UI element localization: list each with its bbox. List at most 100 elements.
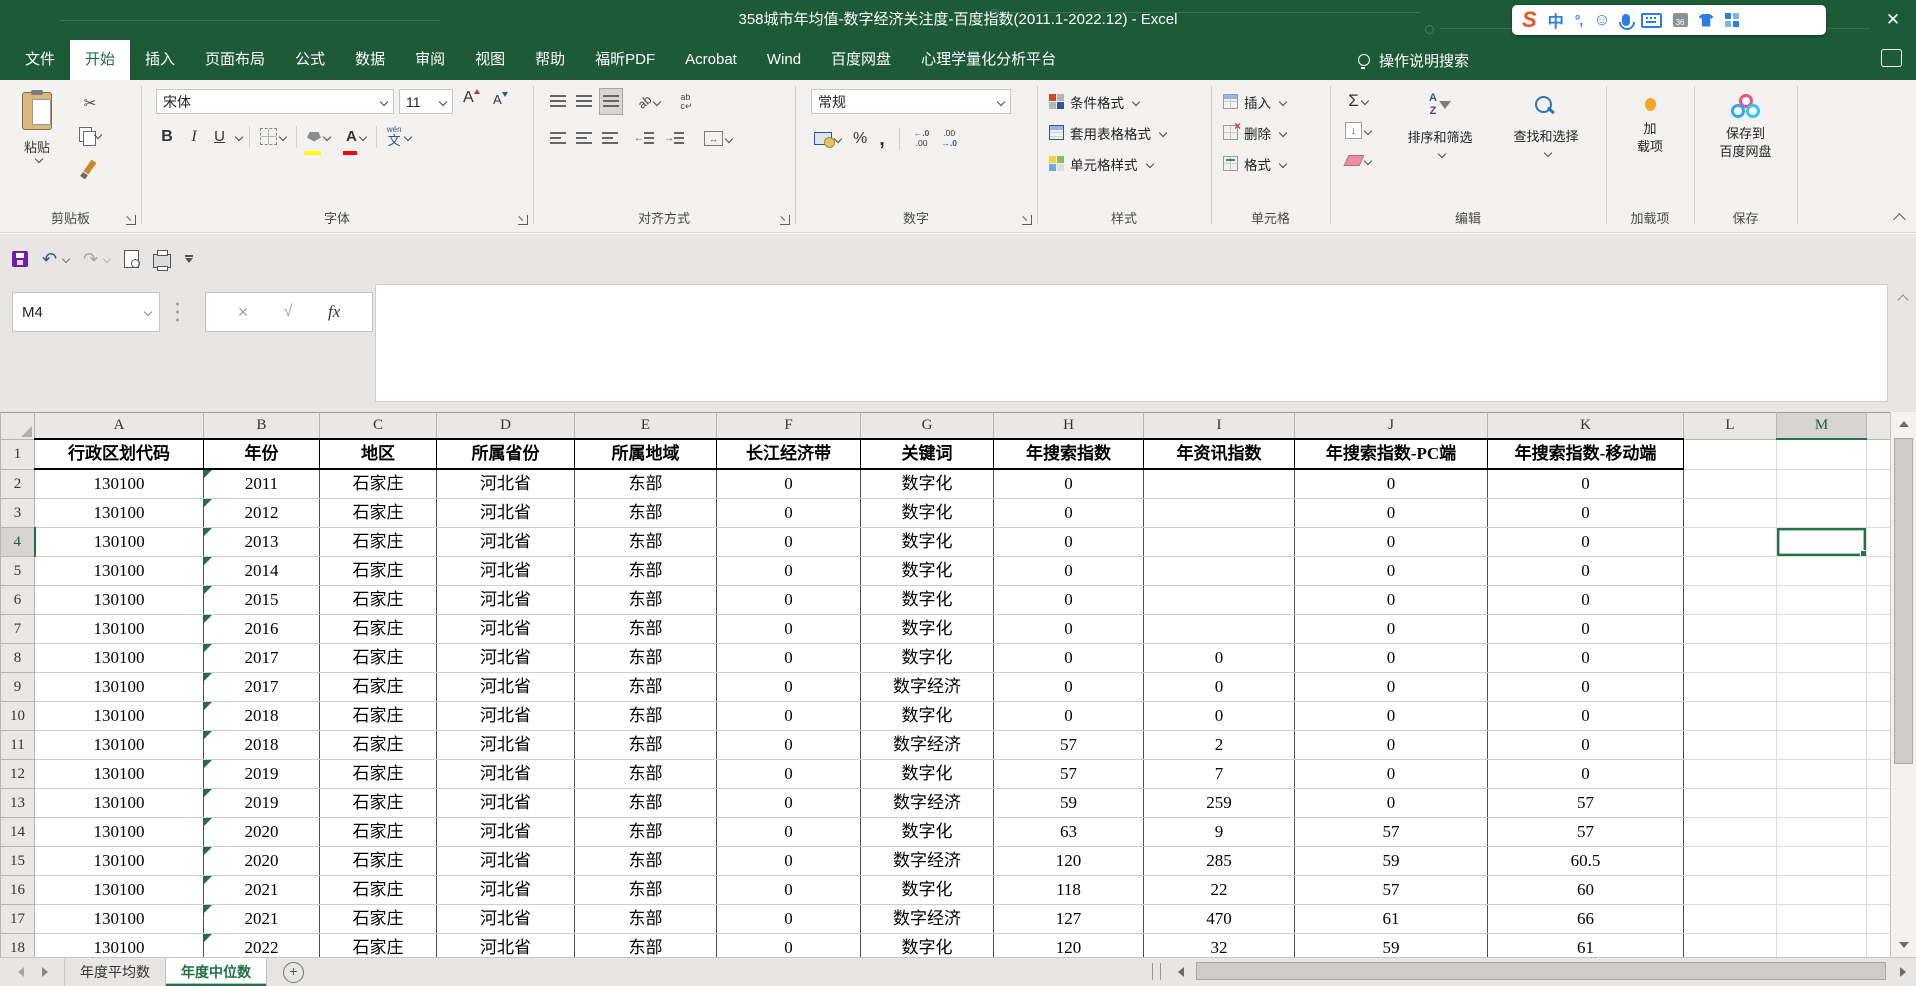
cell[interactable]: 0 [1294, 527, 1488, 557]
cell[interactable]: 130100 [34, 672, 204, 702]
cell[interactable]: 0 [1143, 672, 1295, 702]
cell[interactable]: 石家庄 [319, 788, 437, 818]
format-painter-button[interactable] [76, 154, 104, 179]
cell[interactable]: 2022 [203, 933, 320, 957]
header-cell[interactable]: 关键词 [860, 438, 994, 470]
cell[interactable] [1866, 672, 1890, 702]
cell[interactable] [1776, 701, 1867, 731]
cell[interactable]: 0 [1487, 498, 1684, 528]
cell[interactable]: 2021 [203, 875, 320, 905]
borders-dropdown-icon[interactable] [278, 132, 288, 141]
cell[interactable]: 0 [716, 846, 861, 876]
clear-button[interactable] [1342, 148, 1374, 173]
cell-styles-button[interactable]: 单元格样式 [1037, 148, 1211, 179]
row-header[interactable]: 13 [0, 788, 35, 818]
cell[interactable] [1866, 439, 1890, 470]
cell[interactable]: 河北省 [436, 614, 575, 644]
cell[interactable]: 0 [1294, 469, 1488, 499]
cell[interactable]: 0 [1487, 469, 1684, 499]
cell[interactable] [1776, 439, 1867, 470]
cell[interactable] [1683, 846, 1777, 876]
cell[interactable]: 河北省 [436, 672, 575, 702]
increase-decimal-button[interactable]: ←.0.00 [911, 126, 933, 151]
font-color-dropdown-icon[interactable] [358, 132, 368, 141]
cell[interactable]: 东部 [574, 527, 717, 557]
increase-indent-button[interactable]: → [661, 126, 687, 151]
chevron-down-icon[interactable] [438, 97, 448, 106]
undo-icon[interactable]: ↶ [42, 250, 57, 268]
cell[interactable]: 石家庄 [319, 643, 437, 673]
cell[interactable]: 2014 [203, 556, 320, 586]
column-header-C[interactable]: C [319, 412, 437, 440]
header-cell[interactable]: 年搜索指数 [993, 438, 1144, 470]
ribbon-tab-4[interactable]: 公式 [280, 40, 340, 80]
row-header[interactable]: 1 [0, 438, 35, 470]
cell[interactable]: 59 [1294, 933, 1488, 957]
cell[interactable]: 石家庄 [319, 556, 437, 586]
vertical-scrollbar-thumb[interactable] [1894, 438, 1913, 764]
column-header-M[interactable]: M [1776, 412, 1867, 440]
decrease-decimal-button[interactable]: .00 →.0 [938, 126, 960, 151]
cell[interactable]: 0 [716, 875, 861, 905]
paste-button[interactable]: 粘贴 [8, 88, 66, 184]
cell[interactable] [1143, 585, 1295, 615]
cell[interactable] [1866, 933, 1890, 957]
cell[interactable] [1776, 875, 1867, 905]
autosum-button[interactable]: Σ [1342, 88, 1374, 113]
cell[interactable] [1866, 730, 1890, 760]
redo-dropdown-icon[interactable] [102, 254, 112, 264]
phonetic-dropdown-icon[interactable] [403, 132, 412, 141]
bold-button[interactable]: B [154, 124, 180, 149]
cell[interactable] [1866, 527, 1890, 557]
chevron-down-icon[interactable] [1278, 97, 1288, 106]
cell[interactable]: 0 [716, 614, 861, 644]
wrap-text-button[interactable]: ab c↵ [677, 89, 695, 114]
header-cell[interactable]: 长江经济带 [716, 438, 861, 470]
cell[interactable] [1776, 846, 1867, 876]
cell[interactable]: 130100 [34, 904, 204, 934]
ime-toolbox-icon[interactable] [1724, 13, 1739, 27]
cell[interactable]: 数字经济 [860, 730, 994, 760]
addins-button[interactable]: 加载项 [1606, 88, 1694, 155]
cell[interactable]: 东部 [574, 759, 717, 789]
cell[interactable]: 河北省 [436, 498, 575, 528]
cell[interactable]: 东部 [574, 788, 717, 818]
header-cell[interactable]: 行政区划代码 [34, 438, 204, 470]
cell[interactable]: 东部 [574, 672, 717, 702]
number-format-select[interactable]: 常规 [811, 89, 1011, 114]
cell[interactable] [1143, 614, 1295, 644]
chevron-down-icon[interactable] [1145, 159, 1154, 168]
cell[interactable]: 河北省 [436, 846, 575, 876]
cell[interactable]: 66 [1487, 904, 1684, 934]
cell[interactable]: 数字化 [860, 759, 994, 789]
ribbon-tab-11[interactable]: Wind [752, 40, 816, 80]
scroll-up-button[interactable] [1891, 412, 1916, 435]
ribbon-tab-6[interactable]: 审阅 [400, 40, 460, 80]
cell[interactable]: 石家庄 [319, 846, 437, 876]
number-d​ialog-launcher-icon[interactable] [1022, 215, 1032, 225]
cell[interactable] [1776, 585, 1867, 615]
tell-me-label[interactable]: 操作说明搜索 [1379, 50, 1469, 71]
cell[interactable]: 130100 [34, 730, 204, 760]
phonetic-guide-button[interactable]: wén 文 [384, 124, 414, 149]
sheet-tab-1[interactable]: 年度中位数 [166, 958, 267, 986]
cell[interactable]: 数字化 [860, 469, 994, 499]
increase-font-button[interactable]: A [463, 89, 480, 107]
cell[interactable]: 0 [1487, 701, 1684, 731]
sogou-ime-bar[interactable]: S 中 °, ☺ 36 [1512, 5, 1826, 35]
cell[interactable]: 东部 [574, 469, 717, 499]
cell[interactable]: 130100 [34, 556, 204, 586]
cell[interactable]: 130100 [34, 498, 204, 528]
cell[interactable] [1866, 701, 1890, 731]
cell[interactable]: 118 [993, 875, 1144, 905]
underline-button[interactable]: U [208, 124, 231, 149]
orientation-dropdown-icon[interactable] [653, 97, 662, 106]
cell[interactable] [1683, 672, 1777, 702]
cell[interactable]: 东部 [574, 556, 717, 586]
header-cell[interactable]: 年搜索指数-移动端 [1487, 438, 1684, 470]
column-header-B[interactable]: B [203, 412, 320, 440]
row-header[interactable]: 4 [0, 527, 36, 557]
cell[interactable]: 0 [716, 643, 861, 673]
cell[interactable]: 0 [1143, 643, 1295, 673]
cell[interactable]: 数字化 [860, 643, 994, 673]
